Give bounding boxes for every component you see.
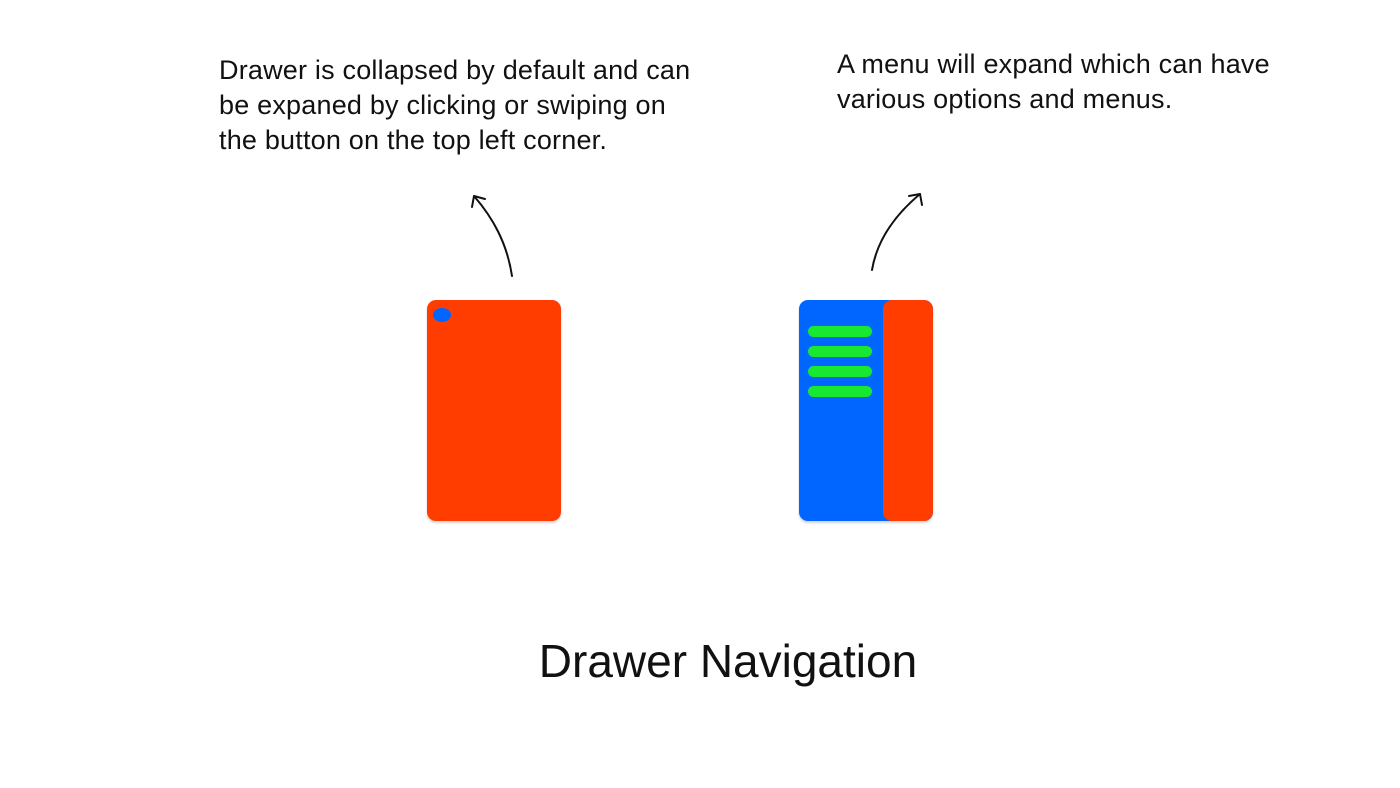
drawer-menu-item[interactable] (808, 326, 872, 337)
app-content-pane[interactable] (883, 300, 933, 521)
annotation-line: the button on the top left corner. (219, 125, 608, 155)
phone-collapsed-drawer (427, 300, 561, 521)
collapsed-annotation: Drawer is collapsed by default and can b… (219, 53, 690, 158)
drawer-menu-item[interactable] (808, 366, 872, 377)
collapsed-pointer-arrow (471, 195, 513, 277)
diagram-title: Drawer Navigation (538, 635, 918, 687)
phone-expanded-drawer (799, 300, 933, 521)
expanded-annotation: A menu will expand which can have variou… (837, 47, 1270, 117)
drawer-menu (799, 300, 883, 521)
expanded-pointer-arrow (871, 193, 923, 271)
drawer-menu-item[interactable] (808, 346, 872, 357)
annotation-line: A menu will expand which can have (837, 49, 1270, 79)
annotation-line: Drawer is collapsed by default and can (219, 55, 691, 85)
drawer-toggle-button[interactable] (433, 308, 451, 322)
drawer-menu-item[interactable] (808, 386, 872, 397)
annotation-line: be expaned by clicking or swiping on (219, 90, 666, 120)
annotation-line: various options and menus. (837, 84, 1173, 114)
